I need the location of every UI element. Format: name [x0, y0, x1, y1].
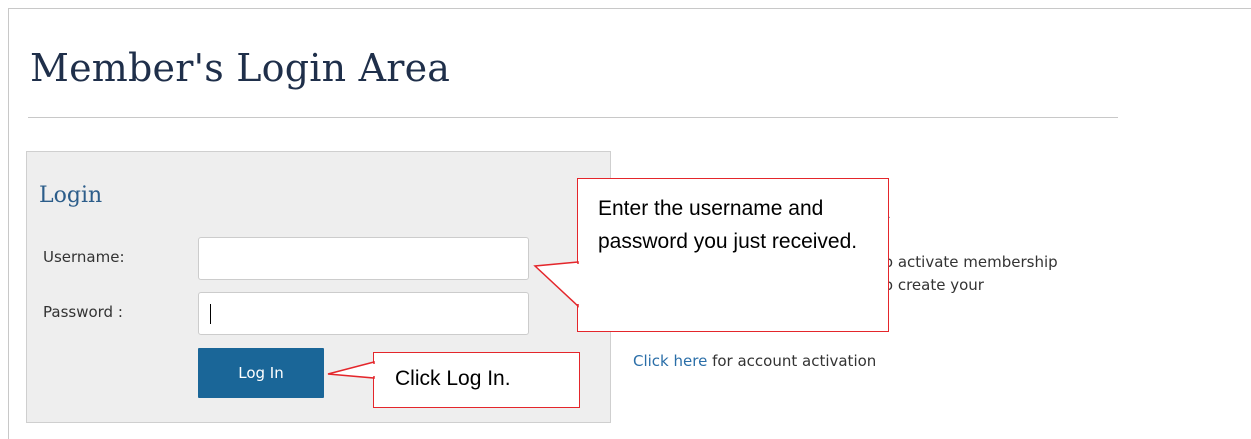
callout-pointers [327, 261, 580, 379]
callout-login-pointer [327, 361, 375, 379]
callout-credentials-pointer [533, 261, 579, 308]
